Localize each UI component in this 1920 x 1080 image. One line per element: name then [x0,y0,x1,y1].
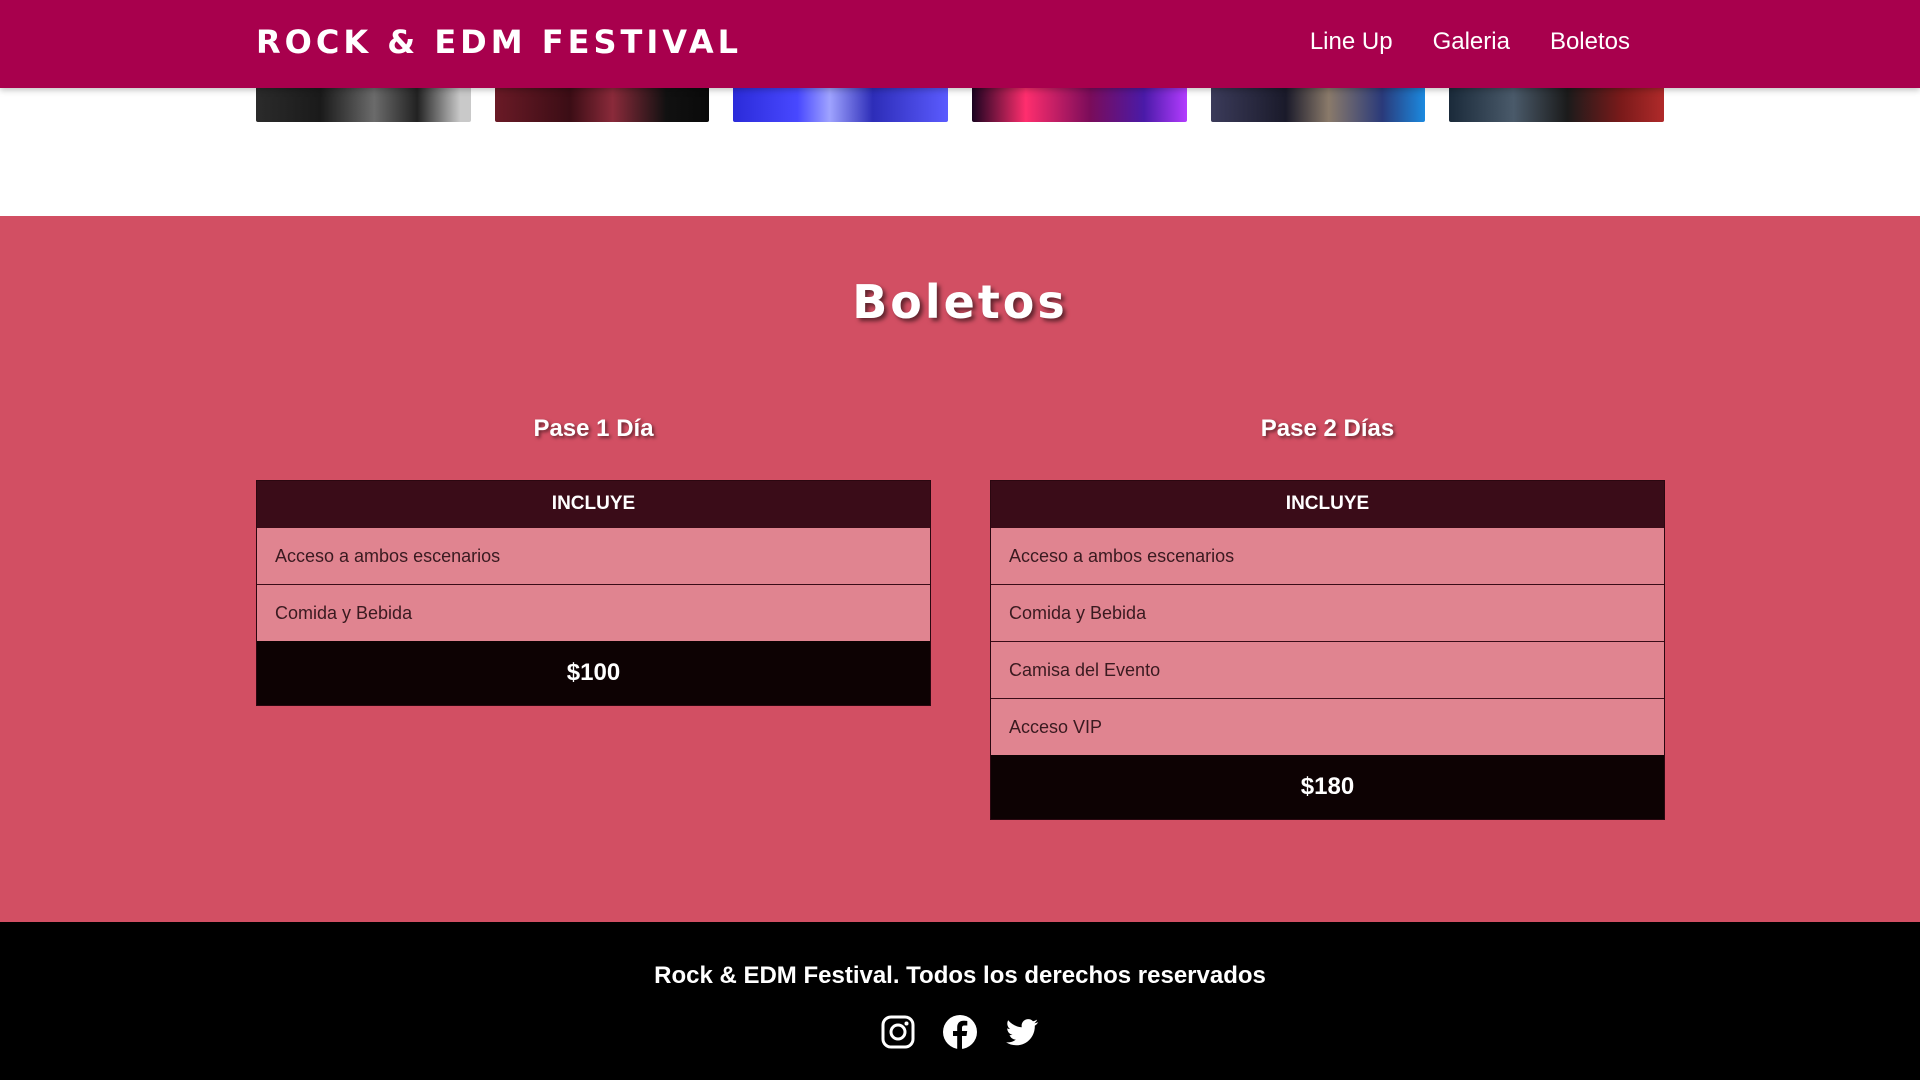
tickets-section: Boletos Pase 1 Día INCLUYE Acceso a ambo… [0,216,1920,922]
plan-title: Pase 1 Día [533,415,654,442]
plan-table-header: INCLUYE [257,481,930,527]
ticket-plan-1-day: Pase 1 Día INCLUYE Acceso a ambos escena… [256,412,931,706]
plan-table: INCLUYE Acceso a ambos escenarios Comida… [990,480,1665,820]
gallery-strip [256,88,1665,122]
plan-price: $100 [257,641,930,705]
plan-feature: Acceso a ambos escenarios [257,527,930,584]
instagram-icon[interactable] [880,1014,916,1050]
social-links [0,1014,1920,1050]
nav-link-galeria[interactable]: Galeria [1433,26,1510,58]
gallery-image[interactable] [733,88,949,122]
gallery-image[interactable] [494,88,710,122]
site-footer: Rock & EDM Festival. Todos los derechos … [0,922,1920,1080]
site-logo[interactable]: Rock & EDM Festival [256,22,742,62]
gallery-image[interactable] [1449,88,1665,122]
ticket-plan-2-days: Pase 2 Días INCLUYE Acceso a ambos escen… [990,412,1665,820]
footer-copyright: Rock & EDM Festival. Todos los derechos … [654,962,1266,989]
plan-feature: Comida y Bebida [257,584,930,641]
site-header: Rock & EDM Festival Line Up Galeria Bole… [0,0,1920,88]
plan-table: INCLUYE Acceso a ambos escenarios Comida… [256,480,931,706]
plan-title: Pase 2 Días [1260,415,1395,442]
gallery-image[interactable] [972,88,1187,122]
section-title: Boletos [852,275,1068,329]
twitter-icon[interactable] [1004,1014,1040,1050]
plan-feature: Acceso VIP [991,698,1664,755]
main-nav: Line Up Galeria Boletos [1310,26,1630,58]
plan-feature: Acceso a ambos escenarios [991,527,1664,584]
gallery-image[interactable] [1210,88,1426,122]
plan-price: $180 [991,755,1664,819]
facebook-icon[interactable] [942,1014,978,1050]
nav-link-line-up[interactable]: Line Up [1310,26,1393,58]
plan-table-header: INCLUYE [991,481,1664,527]
nav-link-boletos[interactable]: Boletos [1550,26,1630,58]
gallery-image[interactable] [256,88,471,122]
plan-feature: Comida y Bebida [991,584,1664,641]
plan-feature: Camisa del Evento [991,641,1664,698]
